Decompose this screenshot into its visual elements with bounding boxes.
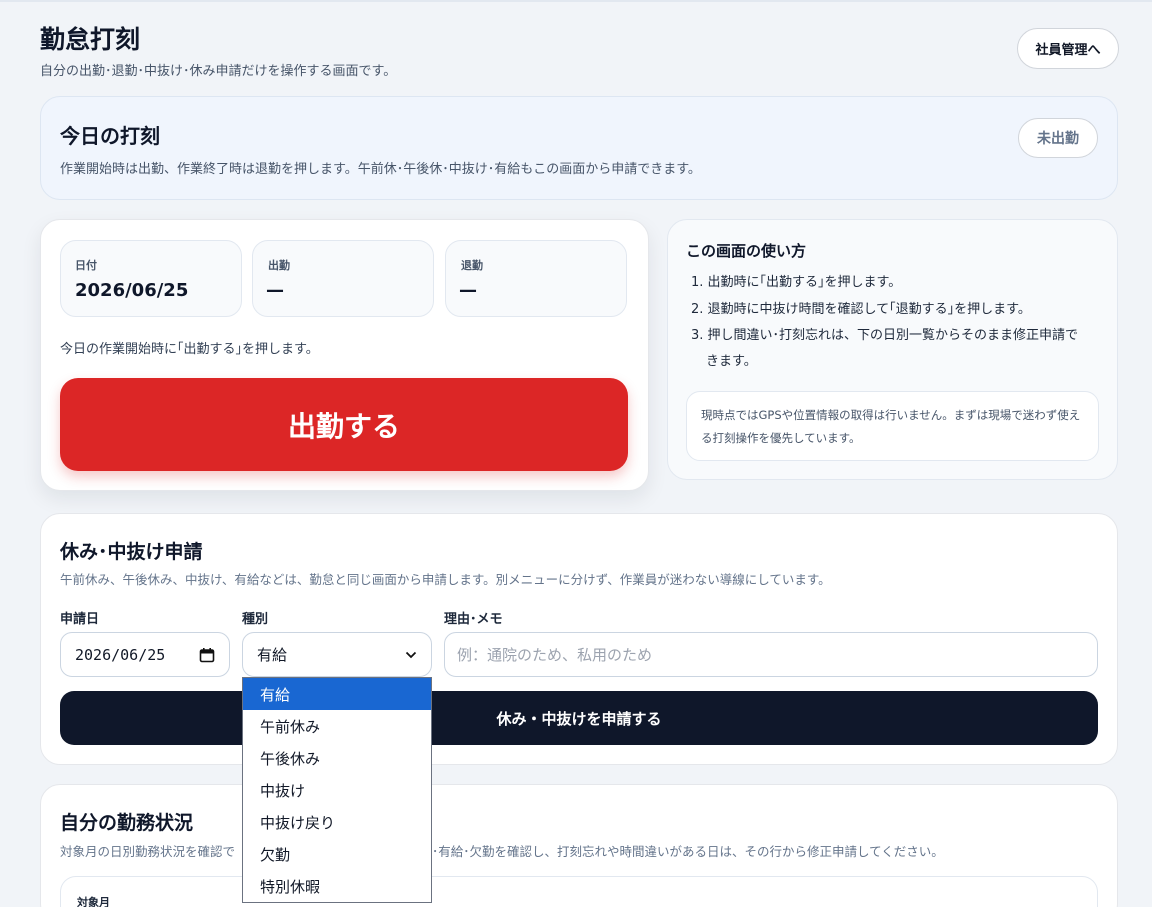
clock-out-label: 退勤 <box>461 259 483 272</box>
leave-type-value: 有給 <box>257 646 288 664</box>
dropdown-option[interactable]: 中抜け戻り <box>243 806 431 838</box>
calendar-icon[interactable] <box>199 647 215 663</box>
status-badge: 未出勤 <box>1018 118 1098 158</box>
leave-description: 午前休み、午後休み、中抜け、有給などは、勤怠と同じ画面から申請します。別メニュー… <box>60 572 831 587</box>
work-status-description-left: 対象月の日別勤務状況を確認で <box>60 844 236 859</box>
leave-memo-input[interactable]: 例：通院のため、私用のため <box>444 632 1098 677</box>
work-status-title: 自分の勤務状況 <box>60 812 194 834</box>
howto-step: 2. 退勤時に中抜け時間を確認して｢退勤する｣を押します。 <box>691 302 1031 317</box>
clock-in-label: 出勤 <box>268 259 290 272</box>
howto-note: 現時点ではGPSや位置情報の取得は行いません。まずは現場で迷わず使える打刻操作を… <box>686 391 1099 461</box>
clock-out-value: — <box>459 280 477 301</box>
work-status-description: 対象月の日別勤務状況を確認で <box>60 841 235 860</box>
dropdown-option[interactable]: 欠勤 <box>243 838 431 870</box>
target-month-box <box>60 876 1098 907</box>
page-title: 勤怠打刻 <box>40 25 141 54</box>
punch-note: 今日の作業開始時に｢出勤する｣を押します。 <box>60 342 319 357</box>
howto-step-text: 退勤時に中抜け時間を確認して｢退勤する｣を押します。 <box>707 302 1031 317</box>
today-title: 今日の打刻 <box>60 124 160 148</box>
dropdown-option[interactable]: 午前休み <box>243 710 431 742</box>
leave-type-dropdown[interactable]: 有給 午前休み 午後休み 中抜け 中抜け戻り 欠勤 特別休暇 <box>242 677 432 903</box>
leave-date-value: 2026/06/25 <box>75 645 166 664</box>
howto-step-text: 押し間違い･打刻忘れは、下の日別一覧からそのまま修正申請できます。 <box>706 328 1079 369</box>
leave-submit-button[interactable]: 休み・中抜けを申請する <box>60 691 1098 745</box>
leave-type-label: 種別 <box>242 612 269 627</box>
date-stat <box>60 240 242 317</box>
leave-memo-placeholder: 例：通院のため、私用のため <box>457 646 653 664</box>
date-stat-value: 2026/06/25 <box>75 280 189 301</box>
today-description: 作業開始時は出勤、作業終了時は退勤を押します。午前休･午後休･中抜け･有給もこの… <box>60 162 701 177</box>
today-card <box>40 96 1118 200</box>
howto-step-text: 出勤時に｢出勤する｣を押します。 <box>707 275 902 290</box>
clock-in-button[interactable]: 出勤する <box>60 378 628 471</box>
clock-out-stat <box>445 240 627 317</box>
page-subtitle: 自分の出勤･退勤･中抜け･休み申請だけを操作する画面です。 <box>40 64 397 79</box>
work-status-description-right: ･有給･欠勤を確認し、打刻忘れや時間違いがある日は、その行から修正申請してくださ… <box>432 844 944 859</box>
dropdown-option[interactable]: 午後休み <box>243 742 431 774</box>
howto-title: この画面の使い方 <box>686 242 807 260</box>
dropdown-option[interactable]: 特別休暇 <box>243 870 431 902</box>
leave-title: 休み･中抜け申請 <box>60 541 203 563</box>
employee-admin-button[interactable]: 社員管理へ <box>1017 28 1119 69</box>
leave-type-select[interactable]: 有給 <box>242 632 432 677</box>
clock-in-value: — <box>266 280 284 301</box>
howto-step: 3. 押し間違い･打刻忘れは、下の日別一覧からそのまま修正申請できます。 <box>691 328 1079 369</box>
target-month-label: 対象月 <box>77 896 110 907</box>
chevron-down-icon <box>405 651 417 659</box>
leave-memo-label: 理由･メモ <box>444 612 503 627</box>
dropdown-option[interactable]: 有給 <box>243 678 431 710</box>
dropdown-option[interactable]: 中抜け <box>243 774 431 806</box>
leave-date-label: 申請日 <box>60 612 100 627</box>
date-stat-label: 日付 <box>75 259 97 272</box>
clock-in-stat <box>252 240 434 317</box>
howto-step: 1. 出勤時に｢出勤する｣を押します。 <box>691 275 902 290</box>
top-divider <box>0 0 1152 2</box>
leave-date-input[interactable]: 2026/06/25 <box>60 632 230 677</box>
